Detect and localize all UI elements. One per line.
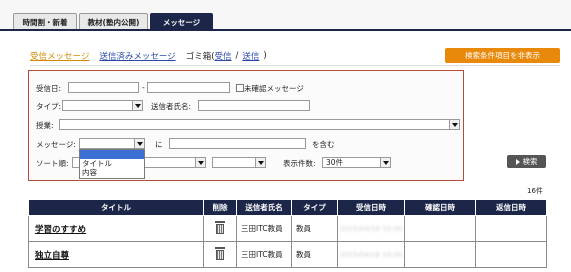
sender-cell: 三田ITC教員: [236, 215, 292, 242]
sort-order-label: ソート順:: [36, 159, 69, 168]
keyword-input[interactable]: [169, 138, 306, 149]
received-datetime: 2015/04/16 10:00: [339, 251, 403, 259]
date-from-input[interactable]: [68, 82, 139, 93]
table-header-row: タイトル 削除 送信者氏名 タイプ 受信日時 確認日時 返信日時: [28, 199, 547, 216]
trash-received-link[interactable]: 受信: [215, 50, 232, 62]
tab-label: 時間割・新着: [22, 17, 68, 27]
display-count-select[interactable]: 30件: [322, 157, 391, 168]
confirmed-cell: [404, 215, 476, 242]
replied-cell: [475, 241, 547, 268]
dropdown-option[interactable]: 内容: [80, 168, 144, 177]
trash-icon[interactable]: [215, 247, 225, 260]
tab-label: 教材(塾内公開): [87, 17, 140, 27]
received-messages-link[interactable]: 受信メッセージ: [30, 50, 89, 62]
column-header-delete: 削除: [203, 199, 237, 216]
column-header-title[interactable]: タイトル: [28, 199, 204, 216]
confirmed-cell: [404, 241, 476, 268]
chevron-down-icon: [255, 158, 265, 167]
received-date-label: 受信日:: [36, 84, 62, 93]
message-label: メッセージ:: [36, 140, 76, 149]
sort-select-2[interactable]: [140, 157, 206, 168]
play-arrow-icon: [515, 158, 520, 165]
type-label: タイプ:: [36, 102, 62, 111]
column-header-sender[interactable]: 送信者氏名: [236, 199, 292, 216]
unconfirmed-checkbox[interactable]: [236, 84, 244, 92]
type-select[interactable]: [62, 100, 143, 111]
received-cell: 2015/04/16 10:00: [337, 241, 405, 268]
display-count-label: 表示件数:: [283, 159, 316, 168]
sent-messages-link[interactable]: 送信済みメッセージ: [99, 50, 175, 62]
table-row: 学習のすすめ 三田ITC教員 教員 2015/04/16 10:00: [28, 215, 547, 242]
table-row: 独立自尊 三田ITC教員 教員 2015/04/16 10:00: [28, 241, 547, 268]
tab-materials[interactable]: 教材(塾内公開): [79, 13, 148, 30]
delete-cell: [203, 215, 237, 242]
delete-cell: [203, 241, 237, 268]
chevron-down-icon: [132, 101, 142, 110]
message-title-link[interactable]: 独立自尊: [28, 241, 204, 268]
message-field-dropdown-list: タイトル 内容: [79, 149, 145, 179]
search-button[interactable]: 検索: [507, 155, 546, 168]
type-cell: 教員: [291, 215, 338, 242]
column-header-confirmed[interactable]: 確認日時: [404, 199, 476, 216]
sort-select-3[interactable]: [212, 157, 266, 168]
course-label: 授業:: [36, 121, 54, 130]
message-table: タイトル 削除 送信者氏名 タイプ 受信日時 確認日時 返信日時 学習のすすめ …: [28, 199, 547, 268]
trash-close-paren: ): [263, 51, 267, 61]
received-cell: 2015/04/16 10:00: [337, 215, 405, 242]
replied-cell: [475, 215, 547, 242]
chevron-down-icon: [134, 139, 144, 148]
message-title-link[interactable]: 学習のすすめ: [28, 215, 204, 242]
received-datetime: 2015/04/16 10:00: [339, 225, 403, 233]
tab-underline: [0, 29, 571, 31]
ni-label: に: [155, 140, 163, 149]
column-header-replied[interactable]: 返信日時: [475, 199, 547, 216]
search-button-label: 検索: [522, 157, 538, 166]
type-cell: 教員: [291, 241, 338, 268]
column-header-received[interactable]: 受信日時: [337, 199, 405, 216]
chevron-down-icon: [380, 158, 390, 167]
sender-name-label: 送信者氏名:: [151, 102, 192, 111]
message-field-select[interactable]: [79, 138, 145, 149]
chevron-down-icon: [195, 158, 205, 167]
dropdown-option[interactable]: [80, 150, 144, 159]
divider: [30, 65, 560, 66]
sender-cell: 三田ITC教員: [236, 241, 292, 268]
tab-label: メッセージ: [162, 17, 201, 27]
tab-schedule-news[interactable]: 時間割・新着: [13, 13, 77, 30]
trash-sent-link[interactable]: 送信: [242, 50, 259, 62]
contains-label: を含む: [312, 140, 335, 149]
column-header-type[interactable]: タイプ: [291, 199, 338, 216]
unconfirmed-label: 未確認メッセージ: [244, 84, 304, 93]
display-count-value: 30件: [326, 158, 344, 167]
sender-name-input[interactable]: [198, 100, 310, 111]
tab-messages[interactable]: メッセージ: [150, 13, 213, 30]
result-count: 16件: [527, 187, 543, 195]
hide-search-conditions-button[interactable]: 検索条件項目を非表示: [445, 48, 560, 63]
course-select[interactable]: [59, 119, 460, 130]
dropdown-option[interactable]: タイトル: [80, 159, 144, 168]
date-range-separator: -: [142, 83, 145, 92]
trash-icon[interactable]: [215, 221, 225, 234]
trash-separator: /: [235, 51, 239, 61]
trash-label: ゴミ箱(: [185, 52, 215, 62]
chevron-down-icon: [449, 120, 459, 129]
date-to-input[interactable]: [147, 82, 230, 93]
message-subnav: 受信メッセージ 送信済みメッセージ ゴミ箱( 受信 / 送信 ): [30, 49, 267, 63]
